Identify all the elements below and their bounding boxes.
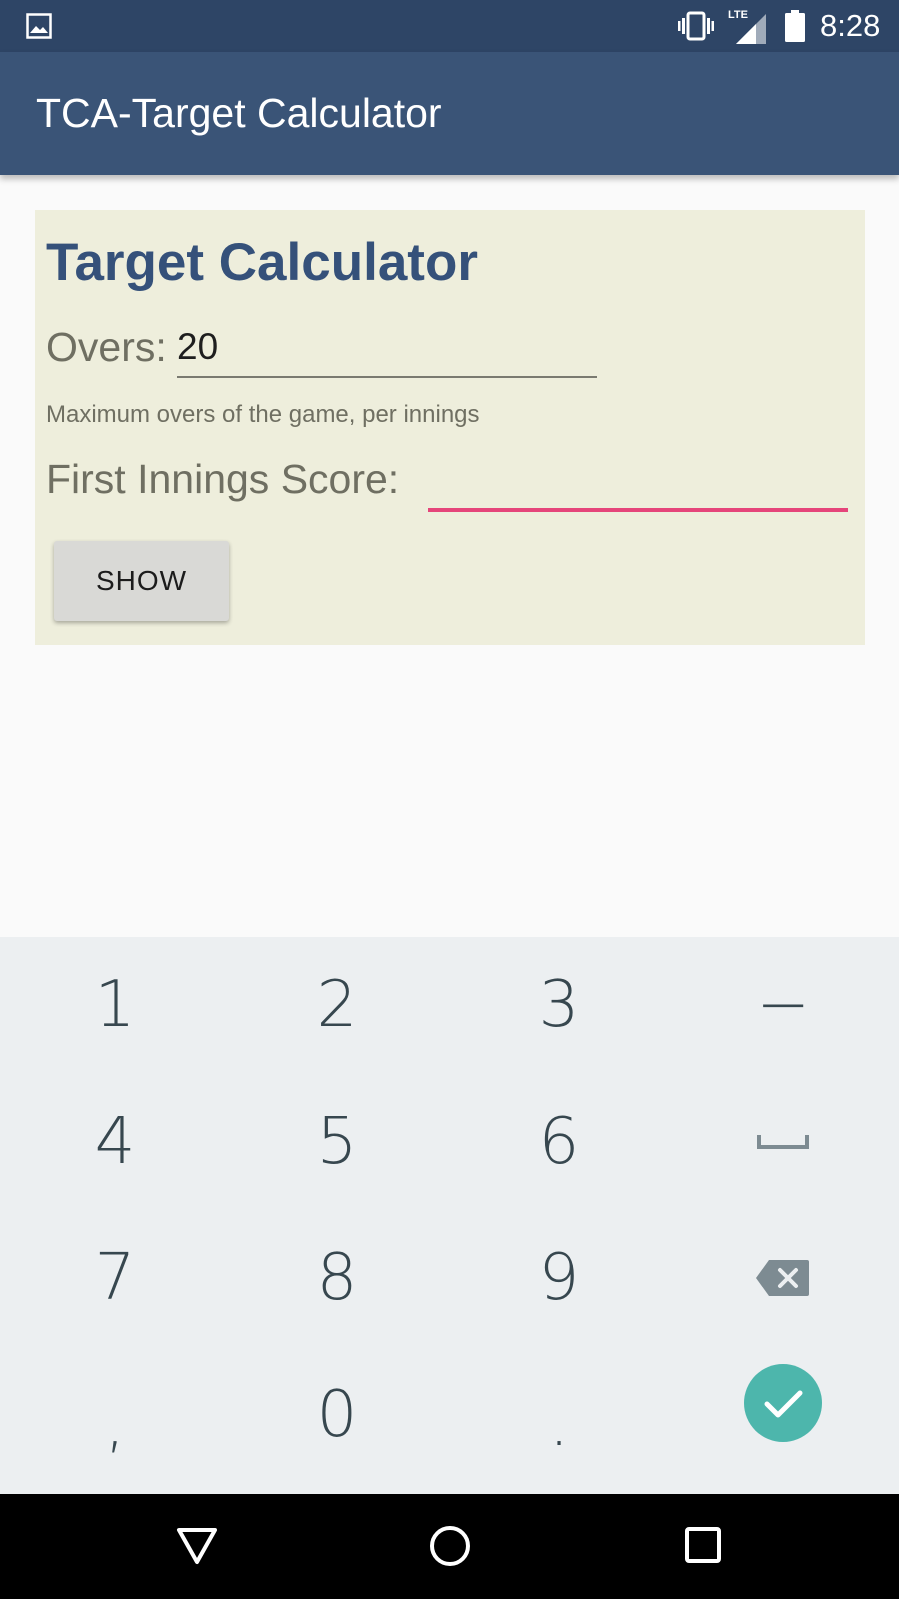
- key-space[interactable]: [672, 1074, 894, 1210]
- status-bar: LTE 8:28: [0, 0, 899, 52]
- first-innings-score-label: First Innings Score:: [46, 456, 400, 502]
- app-title: TCA-Target Calculator: [36, 90, 442, 136]
- key-9[interactable]: 9: [448, 1210, 670, 1346]
- key-3[interactable]: 3: [448, 937, 670, 1073]
- overs-input[interactable]: [177, 318, 597, 378]
- recents-square-icon[interactable]: [685, 1527, 721, 1563]
- vibrate-icon: [678, 11, 714, 41]
- key-5[interactable]: 5: [226, 1074, 448, 1210]
- key-0[interactable]: 0: [226, 1347, 448, 1483]
- key-6[interactable]: 6: [448, 1074, 670, 1210]
- battery-icon: [785, 10, 805, 42]
- key-7[interactable]: 7: [4, 1210, 226, 1346]
- done-check-icon: [744, 1364, 822, 1442]
- home-circle-icon[interactable]: [429, 1525, 471, 1567]
- key-2[interactable]: 2: [226, 937, 448, 1073]
- page-title: Target Calculator: [46, 233, 478, 292]
- key-comma[interactable]: ,: [4, 1347, 226, 1483]
- first-innings-score-input[interactable]: [428, 450, 848, 512]
- lte-label: LTE: [728, 9, 748, 21]
- key-4[interactable]: 4: [4, 1074, 226, 1210]
- key-1[interactable]: 1: [4, 937, 226, 1073]
- key-backspace[interactable]: [672, 1210, 894, 1346]
- space-icon: [757, 1135, 809, 1149]
- key-done[interactable]: [672, 1335, 894, 1471]
- overs-label: Overs:: [46, 324, 167, 370]
- lte-signal-icon: LTE: [728, 9, 766, 44]
- back-triangle-icon[interactable]: [176, 1527, 218, 1565]
- numeric-keyboard: 1 2 3 − 4 5 6 7 8 9 , 0 .: [0, 937, 899, 1494]
- overs-hint: Maximum overs of the game, per innings: [46, 401, 480, 428]
- key-8[interactable]: 8: [226, 1210, 448, 1346]
- status-clock: 8:28: [820, 8, 881, 43]
- key-minus[interactable]: −: [672, 937, 894, 1073]
- backspace-icon: [756, 1260, 809, 1296]
- show-button[interactable]: SHOW: [54, 541, 229, 621]
- calculator-card: Target Calculator Overs: Maximum overs o…: [35, 210, 865, 645]
- app-bar: TCA-Target Calculator: [0, 52, 899, 175]
- key-period[interactable]: .: [448, 1347, 670, 1483]
- gallery-icon: [26, 13, 52, 39]
- navigation-bar: [0, 1494, 899, 1599]
